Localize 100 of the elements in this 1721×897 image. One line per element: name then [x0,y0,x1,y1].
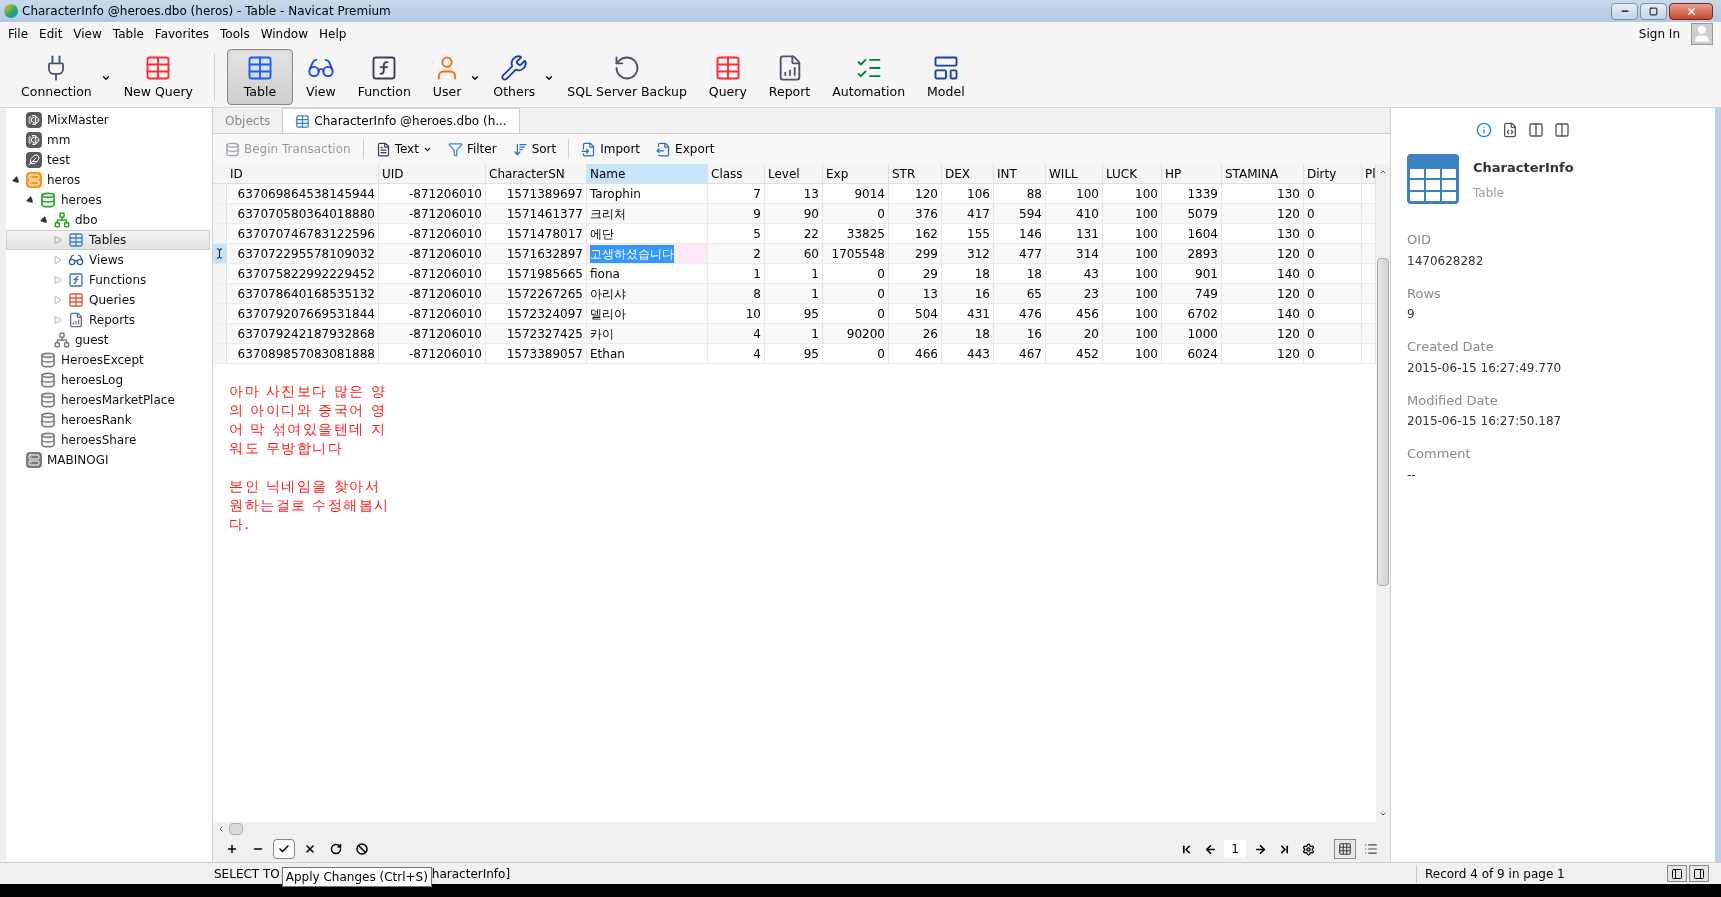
menu-item[interactable]: Favorites [154,25,210,43]
toolbar-button[interactable]: New Query [114,48,202,105]
tab[interactable]: CharacterInfo @heroes.dbo (h... [282,108,520,133]
toolbar-button[interactable]: Text [371,140,436,158]
table-cell-text: 376 [915,205,938,223]
column-header[interactable]: LUCK [1103,164,1162,183]
tree-item[interactable]: test [6,150,210,170]
table-icon [1407,154,1459,204]
toolbar-button[interactable]: Automation [823,48,915,105]
menu-item[interactable]: Help [318,25,347,43]
reference-tab[interactable] [1554,122,1570,138]
toolbar-button[interactable]: User [423,48,471,105]
toolbar-button[interactable]: Table [226,48,293,105]
row-indicator[interactable] [213,244,227,263]
column-header[interactable]: DEX [942,164,994,183]
column-header[interactable]: WILL [1046,164,1103,183]
menu-item[interactable]: File [8,25,29,43]
minimize-button[interactable] [1611,2,1638,20]
field-value: -- [1407,466,1417,484]
toolbar-button[interactable]: Query [699,48,756,105]
menu-item[interactable]: Tools [220,25,250,43]
table-cell-text: 594 [1019,205,1042,223]
sign-in-link[interactable]: Sign In [1638,25,1680,43]
tree-item[interactable]: Tables [6,230,210,250]
table-cell-text: 16 [1026,325,1042,343]
toolbar-button[interactable]: Report [759,48,820,105]
restore-button[interactable] [1640,2,1667,20]
stop-icon [356,843,368,855]
toolbar-button[interactable]: Connection [12,48,101,105]
horizontal-scrollbar[interactable] [213,822,1390,836]
table-cell-text: 0 [877,205,885,223]
tree-item[interactable]: Queries [6,290,210,310]
ddl-tab[interactable] [1502,122,1518,138]
table-cell-text: 1573389057 [506,345,583,363]
vertical-scrollbar[interactable] [1376,164,1390,822]
menu-item[interactable]: View [73,25,102,43]
toolbar-button[interactable]: Sort [508,140,561,158]
column-header[interactable]: Class [708,164,765,183]
column-header[interactable]: ID [227,164,379,183]
column-header[interactable]: HP [1162,164,1222,183]
table-cell-text: 637079207669531844 [237,305,375,323]
table-cell-text: 1 [811,285,819,303]
expanded-arrow-icon[interactable] [11,175,21,185]
tree-item[interactable]: MixMaster [6,110,210,130]
scrollbar-thumb[interactable] [229,823,243,835]
table-cell-text: 100 [1135,225,1158,243]
field-label: Modified Date [1407,391,1499,410]
toolbar-button[interactable]: View [296,48,345,105]
tree-item[interactable]: heroesShare [6,430,210,450]
feather-icon [26,152,42,168]
toolbar-button[interactable]: Function [348,48,420,105]
close-button[interactable] [1669,2,1713,20]
table-cell-text: 20 [1083,325,1099,343]
menu-item[interactable]: Table [112,25,144,43]
tree-item[interactable]: heroes [6,190,210,210]
expanded-arrow-icon[interactable] [39,215,49,225]
tree-item[interactable]: MABINOGI [6,450,210,470]
page-number-field[interactable]: 1 [1224,840,1246,858]
tree-item[interactable]: HeroesExcept [6,350,210,370]
note-text: 본인 닉네임을 찾아서 원하는걸로 수정해봅시다. [229,477,391,534]
column-header[interactable]: Dirty [1304,164,1362,183]
restore-icon [1649,6,1658,16]
column-header[interactable]: UID [379,164,486,183]
column-header[interactable]: STR [889,164,942,183]
tree-item[interactable]: Reports [6,310,210,330]
toolbar-button[interactable]: Filter [443,140,501,158]
table-cell-text: 417 [967,205,990,223]
check-button[interactable] [273,839,295,859]
table-cell-text: 1604 [1187,225,1218,243]
tree-item[interactable]: guest [6,330,210,350]
column-header[interactable]: INT [994,164,1046,183]
menu-item[interactable]: Window [260,25,308,43]
left-panel-button[interactable] [1667,865,1687,882]
expanded-arrow-icon[interactable] [25,195,35,205]
tree-item[interactable]: mm [6,130,210,150]
column-header[interactable]: STAMINA [1222,164,1304,183]
table-cell-text: 13 [803,185,819,203]
right-panel-button[interactable] [1689,865,1709,882]
table-cell-text: 9014 [854,185,885,203]
tree-item[interactable]: Views [6,250,210,270]
tree-item[interactable]: heros [6,170,210,190]
toolbar-button[interactable]: Import [577,140,645,158]
record-count: Record 4 of 9 in page 1 [1424,865,1566,883]
toolbar-button[interactable]: Others [484,48,545,105]
info-tab[interactable] [1476,122,1492,138]
column-header[interactable]: Exp [823,164,889,183]
tree-item[interactable]: heroesRank [6,410,210,430]
toolbar-button[interactable]: Model [918,48,974,105]
toolbar-button[interactable]: SQL Server Backup [558,48,696,105]
tree-item[interactable]: Functions [6,270,210,290]
dependency-tab[interactable] [1528,122,1544,138]
column-header[interactable]: Level [765,164,823,183]
toolbar-button[interactable]: Export [652,140,719,158]
tree-item[interactable]: heroesMarketPlace [6,390,210,410]
column-header[interactable]: Name [587,164,708,183]
table-cell-text: 13 [922,285,938,303]
grid-view-button[interactable] [1334,839,1356,859]
tree-item[interactable]: heroesLog [6,370,210,390]
tree-item[interactable]: dbo [6,210,210,230]
menu-item[interactable]: Edit [39,25,63,43]
